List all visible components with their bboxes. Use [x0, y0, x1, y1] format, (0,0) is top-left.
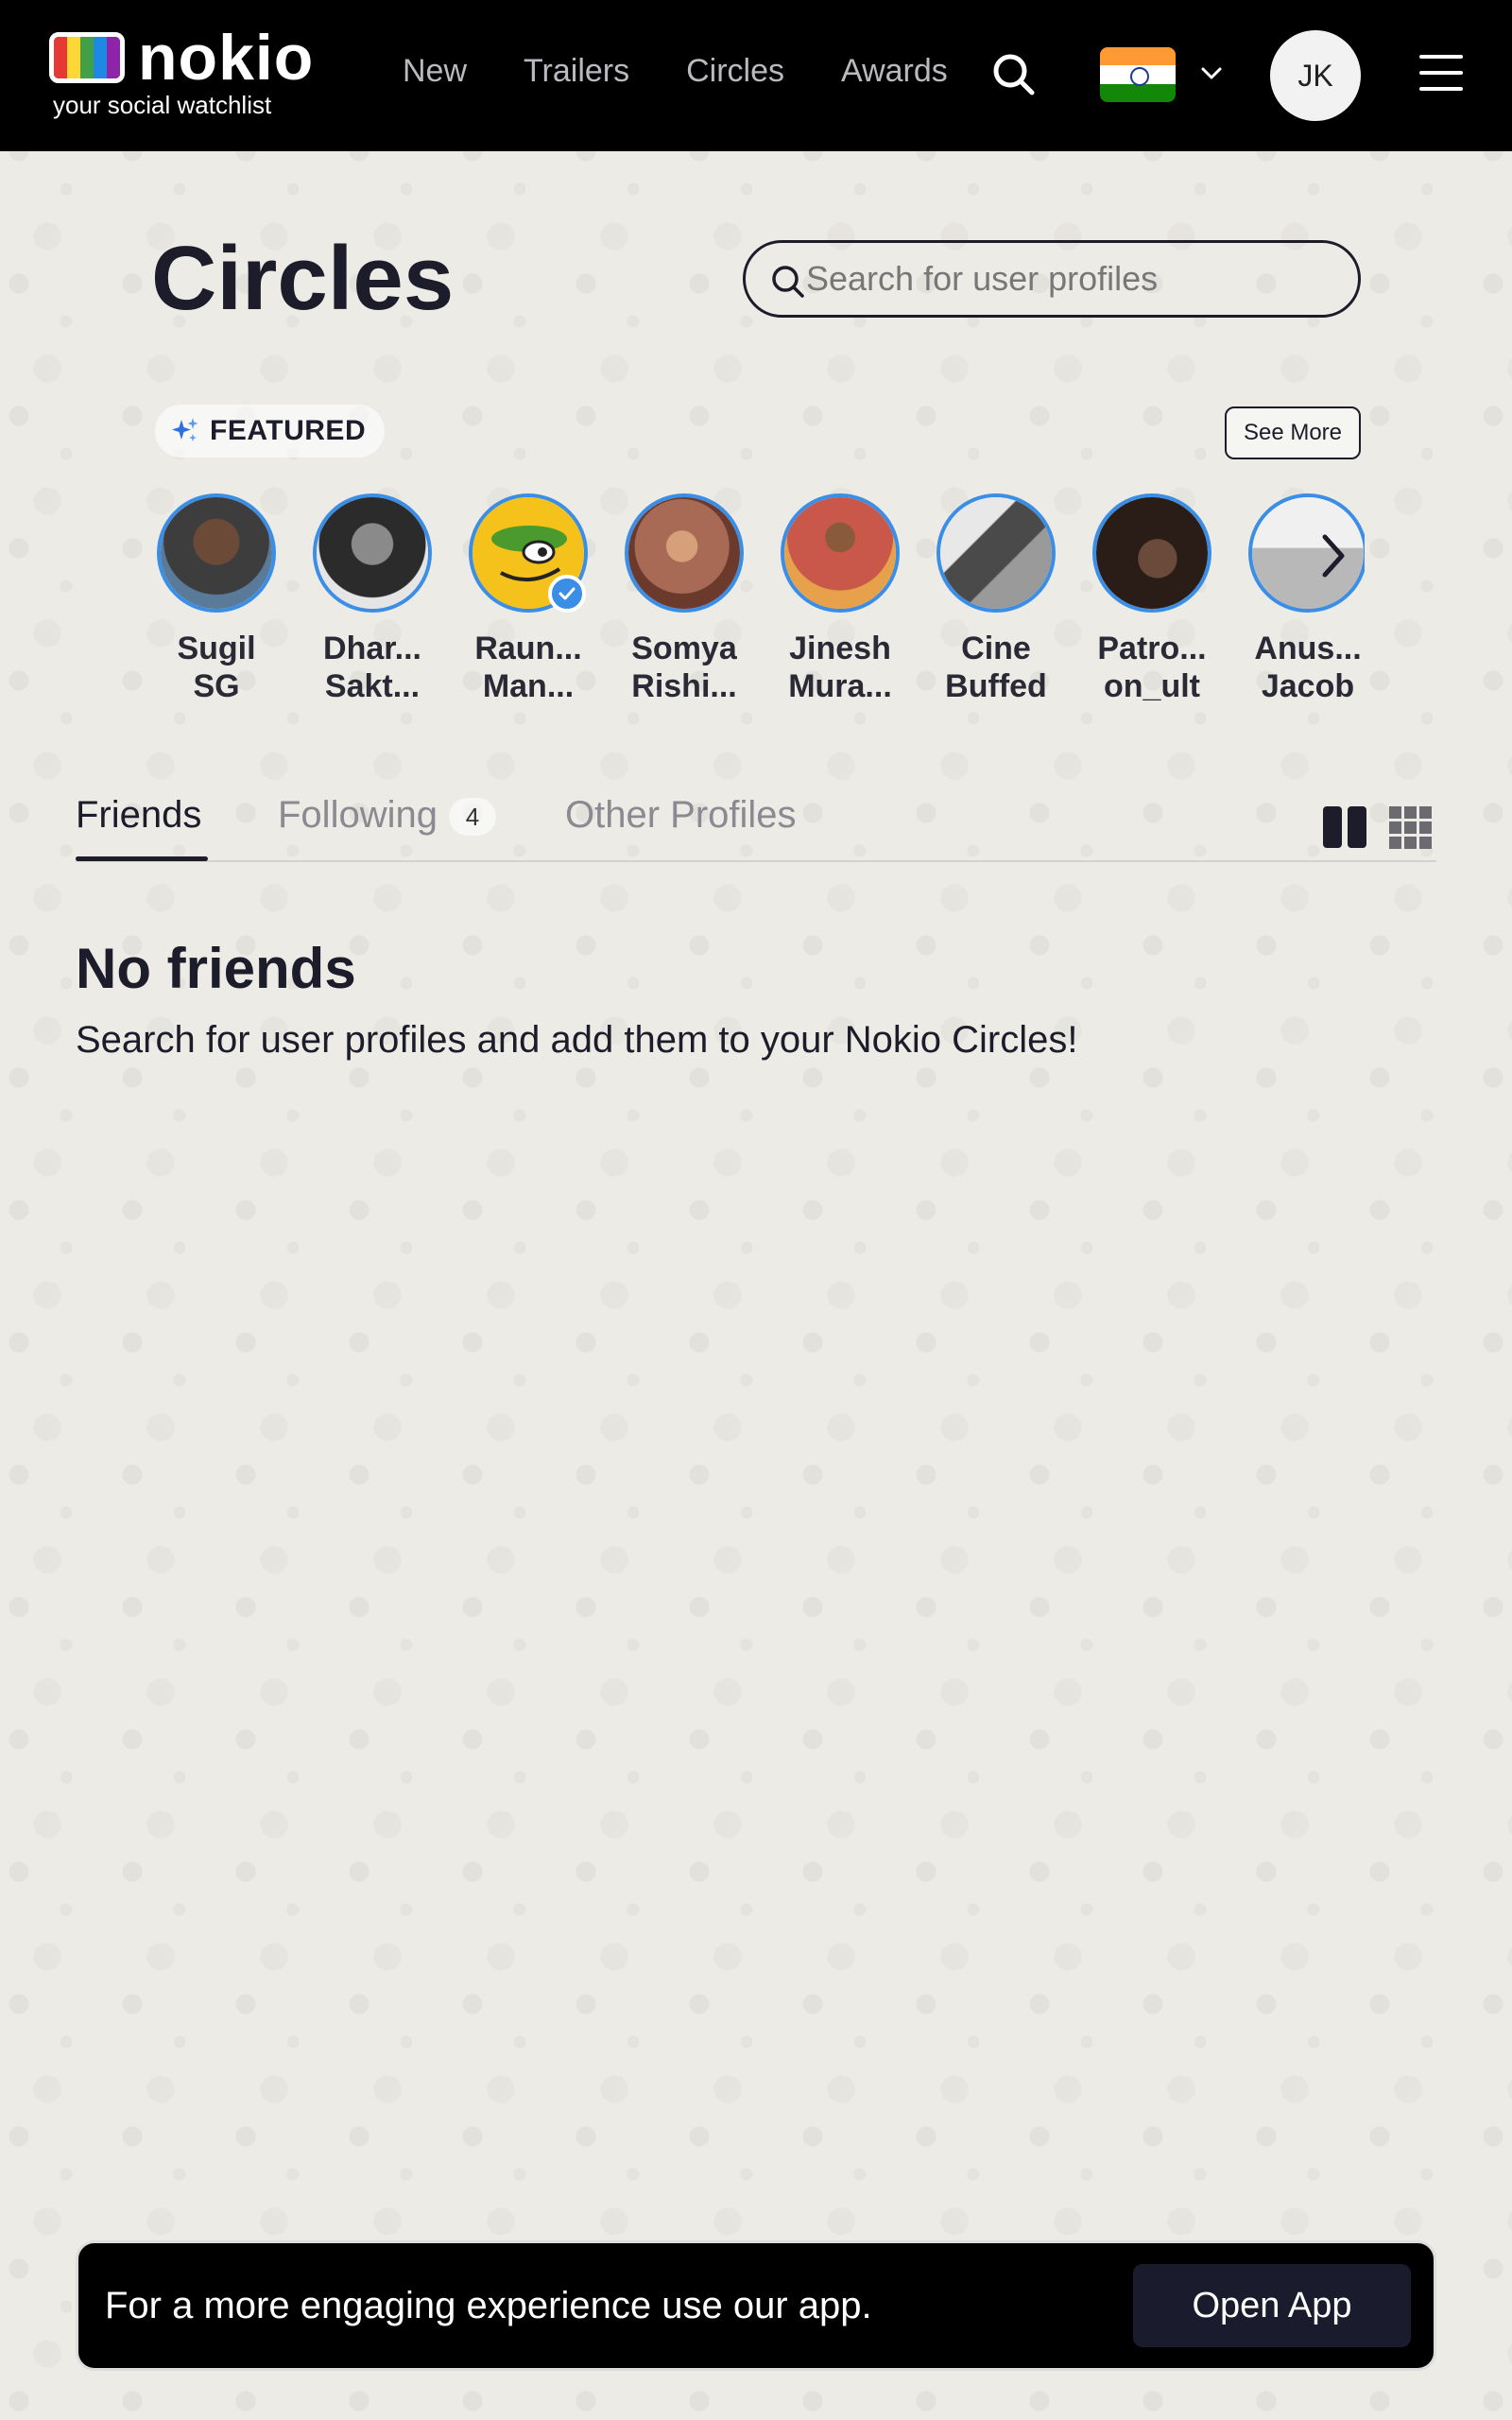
- profile-name[interactable]: Anus... Jacob: [1246, 630, 1365, 705]
- nav-awards[interactable]: Awards: [841, 53, 948, 90]
- profile-name[interactable]: Somya Rishi...: [623, 630, 746, 705]
- hamburger-menu-icon[interactable]: [1419, 55, 1463, 93]
- tab-other-profiles[interactable]: Other Profiles: [565, 794, 797, 837]
- featured-profile[interactable]: Cine Buffed: [935, 493, 1057, 705]
- featured-profile[interactable]: Anus... Jacob: [1246, 493, 1365, 705]
- see-more-button[interactable]: See More: [1225, 406, 1361, 459]
- search-icon[interactable]: [992, 53, 1036, 96]
- profile-avatar[interactable]: [313, 493, 432, 613]
- empty-state-title: No friends: [76, 937, 356, 1000]
- empty-state-message: Search for user profiles and add them to…: [76, 1019, 1078, 1061]
- profile-avatar[interactable]: [157, 493, 276, 613]
- featured-profile[interactable]: Patro... on_ult: [1091, 493, 1213, 705]
- featured-profile[interactable]: Somya Rishi...: [623, 493, 746, 705]
- profile-name[interactable]: Jinesh Mura...: [779, 630, 902, 705]
- chevron-down-icon[interactable]: [1198, 60, 1225, 87]
- logo-tagline: your social watchlist: [53, 91, 272, 119]
- featured-label-text: FEATURED: [210, 415, 367, 446]
- tab-friends[interactable]: Friends: [76, 794, 201, 837]
- open-app-button[interactable]: Open App: [1133, 2264, 1411, 2347]
- tab-following-label: Following: [278, 794, 438, 836]
- featured-label: FEATURED: [155, 405, 386, 458]
- profile-search-bar[interactable]: [743, 240, 1361, 318]
- profile-name[interactable]: Patro... on_ult: [1091, 630, 1213, 705]
- user-avatar[interactable]: JK: [1270, 30, 1361, 121]
- featured-profile[interactable]: Raun... Man...: [467, 493, 590, 705]
- active-tab-indicator: [76, 856, 208, 861]
- carousel-next-icon[interactable]: [1310, 529, 1357, 582]
- open-app-banner: For a more engaging experience use our a…: [76, 2240, 1436, 2371]
- page-title: Circles: [151, 228, 455, 329]
- circles-tabs: Friends Following 4 Other Profiles: [76, 790, 1436, 862]
- profile-avatar[interactable]: [1092, 493, 1211, 613]
- profile-avatar[interactable]: [936, 493, 1056, 613]
- tab-following[interactable]: Following 4: [278, 794, 496, 837]
- profile-name[interactable]: Raun... Man...: [467, 630, 590, 705]
- app-banner-message: For a more engaging experience use our a…: [105, 2285, 872, 2326]
- nav-trailers[interactable]: Trailers: [524, 53, 629, 90]
- nav-new[interactable]: New: [403, 53, 467, 90]
- tv-logo-icon: [49, 32, 125, 83]
- india-flag-icon[interactable]: [1100, 47, 1176, 102]
- two-column-view-icon[interactable]: [1323, 805, 1366, 849]
- logo-wordmark: nokio: [138, 22, 315, 94]
- grid-view-icon[interactable]: [1389, 805, 1433, 849]
- featured-profile[interactable]: Sugil SG: [155, 493, 278, 705]
- following-count-badge: 4: [448, 798, 496, 837]
- sparkle-icon: [172, 418, 198, 441]
- profile-avatar[interactable]: [781, 493, 900, 613]
- profile-search-input[interactable]: [806, 259, 1335, 299]
- verified-badge-icon: [548, 575, 586, 613]
- profile-avatar[interactable]: [625, 493, 744, 613]
- main-nav: New Trailers Circles Awards: [403, 53, 948, 90]
- top-navigation-bar: nokio your social watchlist New Trailers…: [0, 0, 1512, 151]
- nav-circles[interactable]: Circles: [686, 53, 784, 90]
- search-icon: [772, 266, 804, 298]
- nokio-logo[interactable]: nokio your social watchlist: [49, 22, 323, 123]
- profile-name[interactable]: Dhar... Sakt...: [311, 630, 434, 705]
- profile-name[interactable]: Cine Buffed: [935, 630, 1057, 705]
- featured-profile[interactable]: Jinesh Mura...: [779, 493, 902, 705]
- featured-profiles-carousel: SugilSG Dhar...Sakt... Raun...Man...: [155, 493, 1365, 720]
- featured-profile[interactable]: Dhar... Sakt...: [311, 493, 434, 705]
- profile-name[interactable]: Sugil SG: [155, 630, 278, 705]
